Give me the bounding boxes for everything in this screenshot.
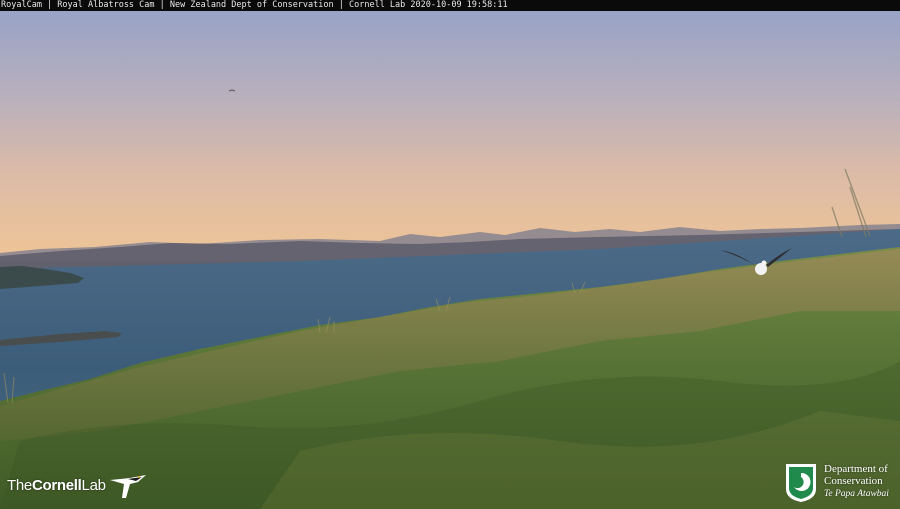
doc-emblem-icon [786, 464, 816, 502]
doc-logo-line1: Department of [824, 463, 888, 475]
cornell-logo-the: The [7, 476, 32, 494]
cornell-logo-cornell: Cornell [31, 476, 82, 494]
webcam-caption-bar: RoyalCam | Royal Albatross Cam | New Zea… [0, 0, 900, 11]
webcam-caption: RoyalCam | Royal Albatross Cam | New Zea… [1, 0, 508, 10]
sky [0, 11, 900, 261]
doc-logo-line3: Te Papa Atawbai [824, 489, 889, 499]
coastal-scene [0, 11, 900, 509]
cornell-bird-icon [109, 475, 146, 498]
cornell-lab-logo: The Cornell Lab [7, 470, 148, 500]
doc-logo: Department of Conservation Te Papa Atawb… [785, 463, 889, 503]
doc-logo-line2: Conservation [824, 475, 883, 487]
doc-logo-text: Department of Conservation Te Papa Atawb… [824, 463, 889, 500]
webcam-frame: RoyalCam | Royal Albatross Cam | New Zea… [0, 0, 900, 509]
cornell-logo-lab: Lab [81, 476, 106, 494]
